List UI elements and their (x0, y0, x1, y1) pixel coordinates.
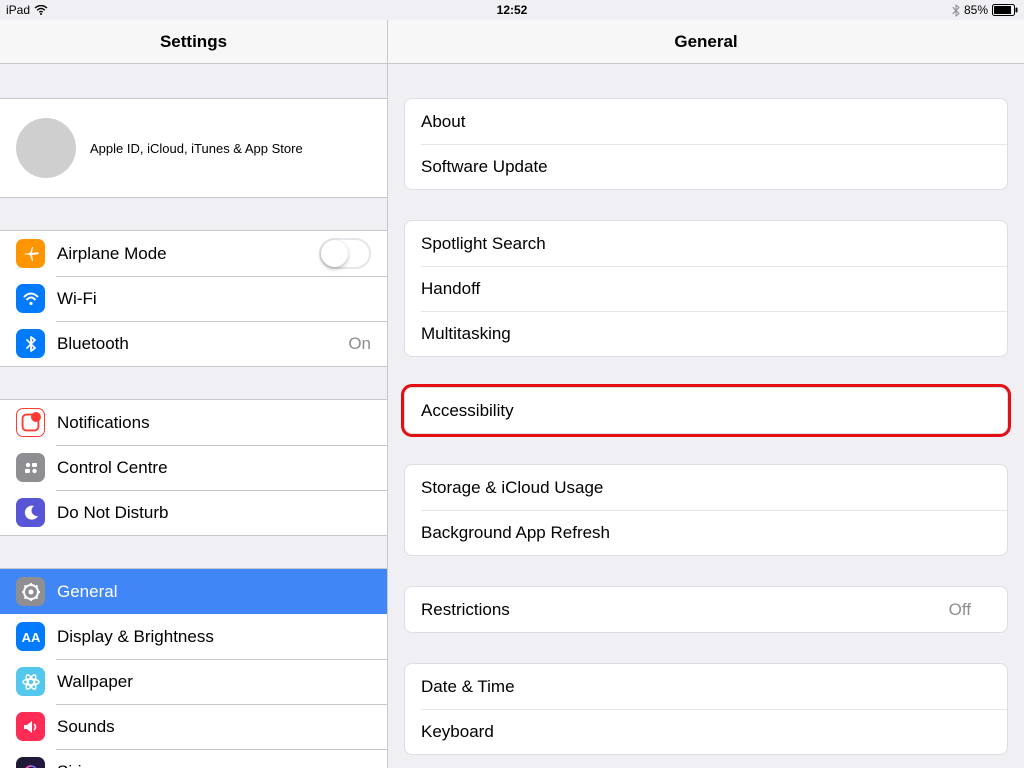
moon-icon (16, 498, 45, 527)
settings-sidebar: Settings Apple ID, iCloud, iTunes & App … (0, 20, 388, 768)
detail-group: Spotlight Search Handoff Multitasking (404, 220, 1008, 357)
detail-item-label: Date & Time (421, 677, 971, 697)
sidebar-item-apple-id[interactable]: Apple ID, iCloud, iTunes & App Store (0, 99, 387, 197)
detail-item-access[interactable]: Accessibility (405, 388, 1007, 433)
detail-pane: General About Software Update Spotlight Se… (388, 20, 1024, 768)
status-time: 12:52 (497, 3, 528, 17)
chevron-right-icon (981, 404, 991, 418)
wallpaper-icon (16, 667, 45, 696)
battery-icon (992, 4, 1018, 16)
sidebar-item-display-brightness[interactable]: AA Display & Brightness (0, 614, 387, 659)
detail-item-restr[interactable]: RestrictionsOff (405, 587, 1007, 632)
svg-text:AA: AA (21, 630, 40, 645)
control-centre-icon (16, 453, 45, 482)
chevron-right-icon (981, 115, 991, 129)
detail-item-label: About (421, 112, 971, 132)
detail-item-value: Off (949, 600, 971, 620)
wifi-status-icon (34, 5, 48, 15)
detail-item-storage[interactable]: Storage & iCloud Usage (405, 465, 1007, 510)
chevron-right-icon (981, 526, 991, 540)
sidebar-item-control-centre[interactable]: Control Centre (0, 445, 387, 490)
detail-item-label: Accessibility (421, 401, 971, 421)
detail-item-spot[interactable]: Spotlight Search (405, 221, 1007, 266)
sidebar-item-siri[interactable]: Siri (0, 749, 387, 768)
airplane-mode-switch[interactable] (319, 238, 371, 269)
sidebar-item-wallpaper[interactable]: Wallpaper (0, 659, 387, 704)
sidebar-item-airplane-mode[interactable]: Airplane Mode (0, 231, 387, 276)
detail-item-label: Storage & iCloud Usage (421, 478, 971, 498)
detail-item-label: Spotlight Search (421, 234, 971, 254)
sidebar-item-do-not-disturb[interactable]: Do Not Disturb (0, 490, 387, 535)
chevron-right-icon (981, 481, 991, 495)
detail-group: Storage & iCloud Usage Background App Ref… (404, 464, 1008, 556)
detail-item-about[interactable]: About (405, 99, 1007, 144)
avatar (16, 118, 76, 178)
detail-group: Accessibility (404, 387, 1008, 434)
detail-item-keyb[interactable]: Keyboard (405, 709, 1007, 754)
bluetooth-value: On (348, 334, 371, 354)
device-group: General AA Display & Brightness Wallpape… (0, 568, 387, 768)
sidebar-item-bluetooth[interactable]: Bluetooth On (0, 321, 387, 366)
detail-item-bgapp[interactable]: Background App Refresh (405, 510, 1007, 555)
siri-icon (16, 757, 45, 768)
chevron-right-icon (981, 327, 991, 341)
status-bar: iPad 12:52 85% (0, 0, 1024, 20)
chevron-right-icon (981, 160, 991, 174)
detail-item-date[interactable]: Date & Time (405, 664, 1007, 709)
bluetooth-icon (16, 329, 45, 358)
connectivity-group: Airplane Mode Wi-Fi Bluetooth On (0, 230, 387, 367)
sound-icon (16, 712, 45, 741)
chevron-right-icon (981, 237, 991, 251)
detail-group: Date & Time Keyboard (404, 663, 1008, 755)
detail-group: About Software Update (404, 98, 1008, 190)
chevron-right-icon (981, 282, 991, 296)
sidebar-title: Settings (0, 20, 387, 64)
detail-item-handoff[interactable]: Handoff (405, 266, 1007, 311)
battery-pct: 85% (964, 3, 988, 17)
sidebar-item-notifications[interactable]: Notifications (0, 400, 387, 445)
chevron-right-icon (981, 603, 991, 617)
bluetooth-status-icon (952, 4, 960, 17)
detail-item-multi[interactable]: Multitasking (405, 311, 1007, 356)
detail-item-label: Keyboard (421, 722, 971, 742)
chevron-right-icon (981, 680, 991, 694)
detail-item-label: Background App Refresh (421, 523, 971, 543)
device-name: iPad (6, 3, 30, 17)
notifications-icon (16, 408, 45, 437)
sidebar-item-general[interactable]: General (0, 569, 387, 614)
sidebar-item-wifi[interactable]: Wi-Fi (0, 276, 387, 321)
detail-item-label: Handoff (421, 279, 971, 299)
apple-id-subtitle: Apple ID, iCloud, iTunes & App Store (90, 141, 303, 156)
chevron-right-icon (981, 725, 991, 739)
gear-icon (16, 577, 45, 606)
detail-item-label: Restrictions (421, 600, 949, 620)
detail-item-label: Multitasking (421, 324, 971, 344)
detail-item-label: Software Update (421, 157, 971, 177)
detail-item-swu[interactable]: Software Update (405, 144, 1007, 189)
aa-icon: AA (16, 622, 45, 651)
wifi-icon (16, 284, 45, 313)
detail-group: RestrictionsOff (404, 586, 1008, 633)
sidebar-item-sounds[interactable]: Sounds (0, 704, 387, 749)
apple-id-group: Apple ID, iCloud, iTunes & App Store (0, 98, 387, 198)
detail-title: General (388, 20, 1024, 64)
alerts-group: Notifications Control Centre Do Not Dist… (0, 399, 387, 536)
airplane-icon (16, 239, 45, 268)
